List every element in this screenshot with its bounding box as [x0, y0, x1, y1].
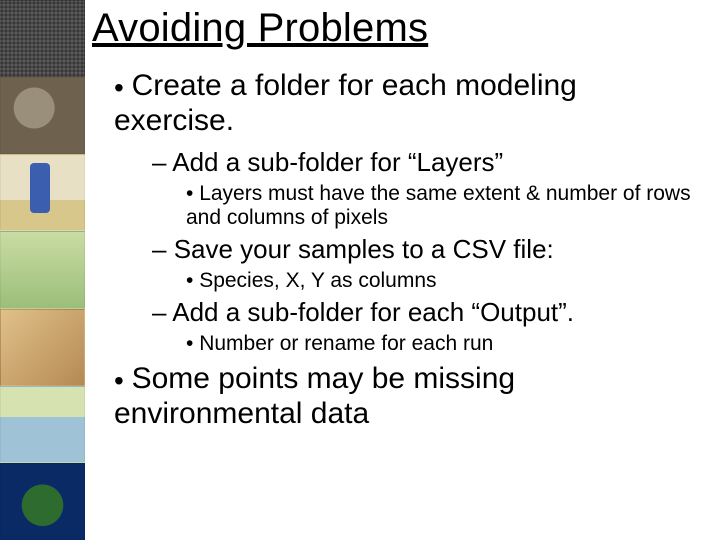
sub-sub-bullet-rename: Number or rename for each run: [186, 332, 700, 356]
sub-bullet-text: Add a sub-folder for each “Output”.: [172, 297, 574, 327]
sub-sub-list: Number or rename for each run: [152, 332, 700, 356]
sub-bullet-csv: Save your samples to a CSV file: Species…: [152, 234, 700, 293]
sub-sub-bullet-species: Species, X, Y as columns: [186, 269, 700, 293]
thumb-globe: [0, 463, 85, 540]
slide-content: Avoiding Problems Create a folder for ea…: [92, 0, 712, 437]
bullet-create-folder: Create a folder for each modeling exerci…: [114, 69, 700, 356]
thumb-relief-map: [0, 386, 85, 463]
sub-sub-bullet-text: Layers must have the same extent & numbe…: [186, 182, 691, 229]
sub-bullet-output: Add a sub-folder for each “Output”. Numb…: [152, 297, 700, 356]
sub-bullet-layers: Add a sub-folder for “Layers” Layers mus…: [152, 147, 700, 230]
sub-sub-list: Species, X, Y as columns: [152, 269, 700, 293]
sub-sub-list: Layers must have the same extent & numbe…: [152, 182, 700, 230]
thumbnail-sidebar: [0, 0, 85, 540]
bullet-text: Some points may be missing environmental…: [114, 362, 515, 430]
sub-bullet-text: Add a sub-folder for “Layers”: [172, 147, 503, 177]
sub-bullet-text: Save your samples to a CSV file:: [174, 234, 554, 264]
bullet-text: Create a folder for each modeling exerci…: [114, 69, 577, 137]
thumb-ancient-tablet: [0, 77, 85, 154]
sub-sub-bullet-text: Species, X, Y as columns: [199, 269, 436, 292]
sub-sub-bullet-extent: Layers must have the same extent & numbe…: [186, 182, 700, 230]
sub-list: Add a sub-folder for “Layers” Layers mus…: [114, 147, 700, 356]
thumb-old-map-figure: [0, 154, 85, 231]
thumb-grid-pattern: [0, 0, 85, 77]
slide-title: Avoiding Problems: [92, 6, 700, 51]
bullet-list: Create a folder for each modeling exerci…: [92, 69, 700, 431]
thumb-parchment-map: [0, 309, 85, 386]
sub-sub-bullet-text: Number or rename for each run: [199, 332, 493, 355]
thumb-green-map: [0, 231, 85, 308]
bullet-missing-data: Some points may be missing environmental…: [114, 362, 700, 432]
